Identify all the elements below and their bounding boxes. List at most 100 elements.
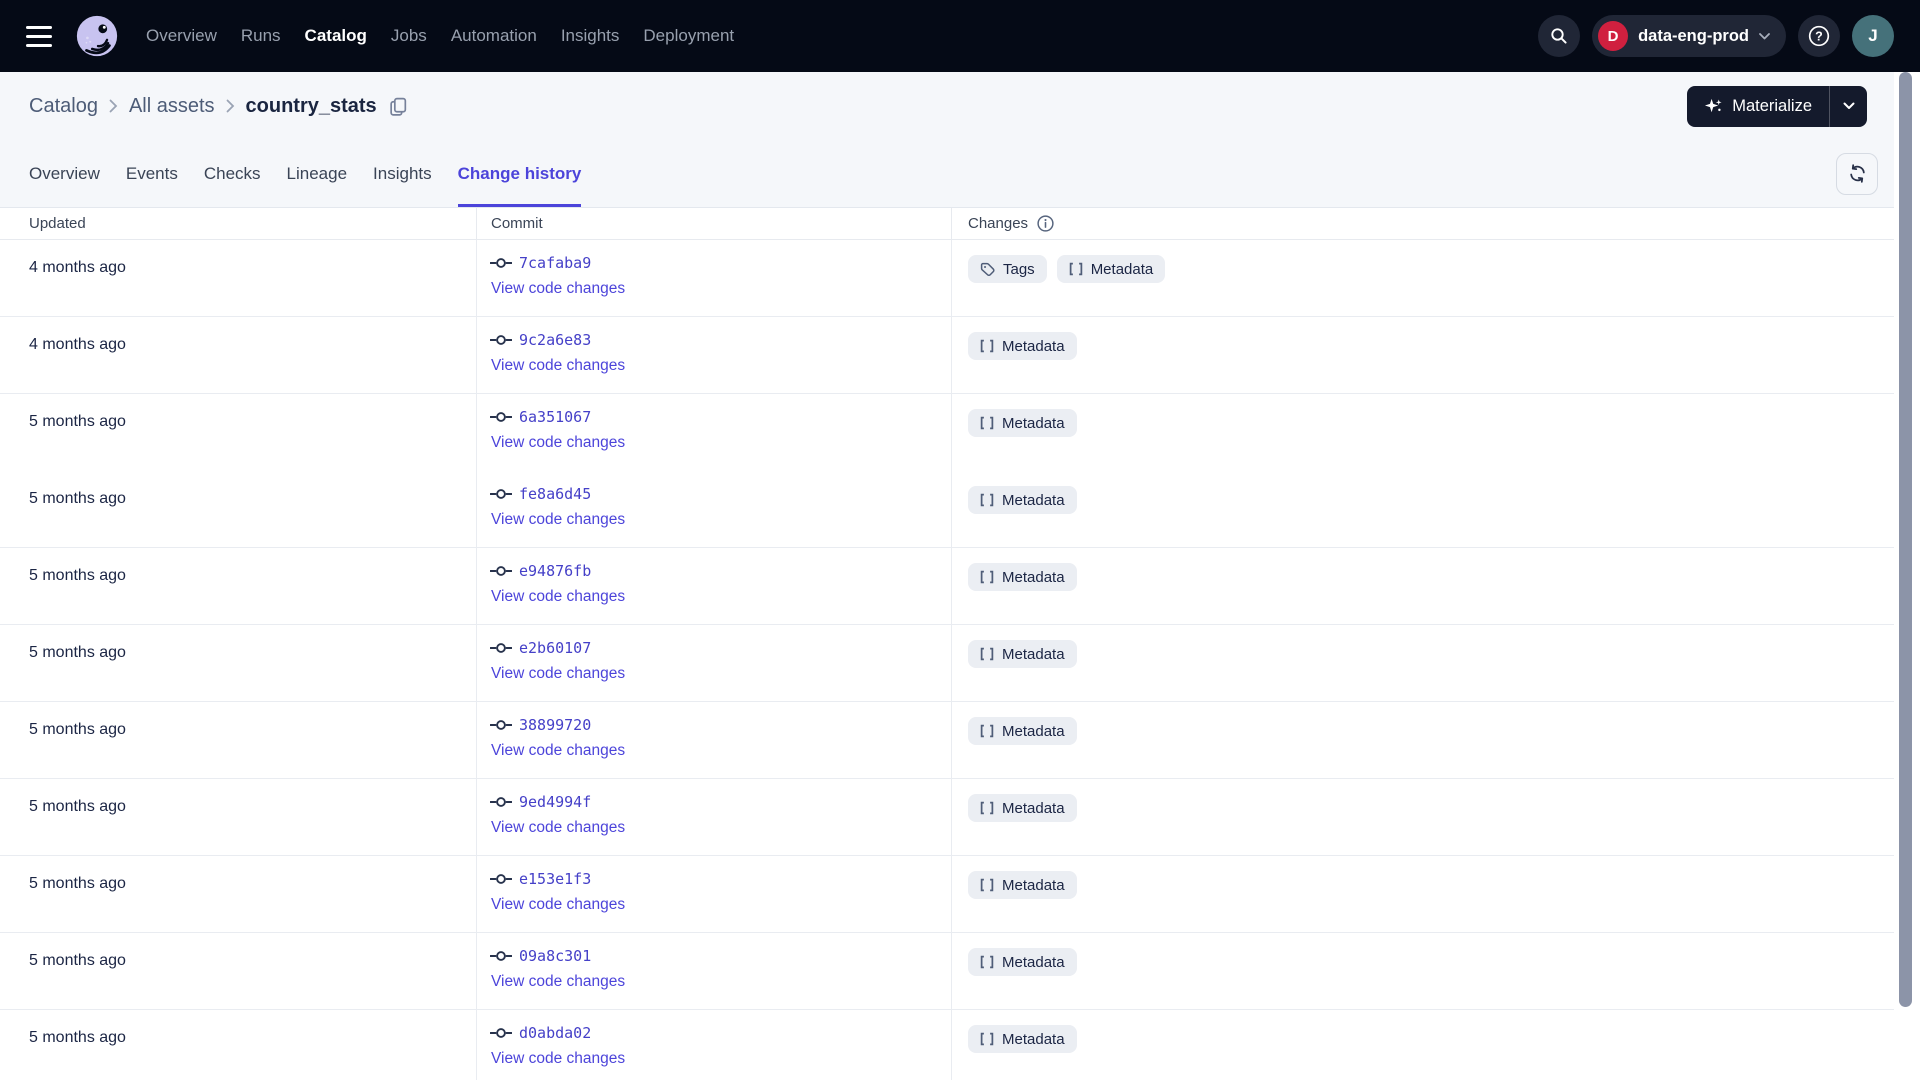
change-badge-label: Metadata — [1002, 337, 1065, 355]
change-badge-metadata: Metadata — [968, 563, 1077, 591]
updated-label: 5 months ago — [29, 798, 126, 815]
copy-asset-name-button[interactable] — [388, 96, 409, 117]
table-row: 4 months ago 9c2a6e83 View code changes … — [0, 317, 1920, 394]
view-code-changes-link[interactable]: View code changes — [491, 511, 625, 529]
scrollbar-track — [1894, 72, 1920, 1080]
tab-overview[interactable]: Overview — [29, 140, 100, 207]
tab-checks[interactable]: Checks — [204, 140, 261, 207]
dagster-logo[interactable] — [74, 13, 120, 59]
materialize-button[interactable]: Materialize — [1687, 86, 1829, 127]
change-badge-label: Metadata — [1002, 1030, 1065, 1048]
breadcrumb-catalog-link[interactable]: Catalog — [29, 95, 98, 118]
nav-item-overview[interactable]: Overview — [146, 26, 217, 46]
updated-label: 4 months ago — [29, 259, 126, 276]
commit-hash-link[interactable]: d0abda02 — [519, 1024, 591, 1042]
commit-hash-link[interactable]: e153e1f3 — [519, 870, 591, 888]
nav-item-automation[interactable]: Automation — [451, 26, 537, 46]
nav-item-catalog[interactable]: Catalog — [305, 26, 367, 46]
metadata-brackets-icon — [980, 493, 994, 507]
commit-icon — [490, 412, 512, 422]
view-code-changes-link[interactable]: View code changes — [491, 896, 625, 914]
changes-header-label: Changes — [968, 215, 1029, 232]
updated-label: 5 months ago — [29, 875, 126, 892]
commit-hash-link[interactable]: 7cafaba9 — [519, 254, 591, 272]
change-badge-metadata: Metadata — [1056, 255, 1166, 283]
commit-hash-link[interactable]: e2b60107 — [519, 639, 591, 657]
materialize-options-button[interactable] — [1830, 86, 1867, 127]
tab-change-history[interactable]: Change history — [457, 140, 582, 207]
change-badge-metadata: Metadata — [968, 948, 1077, 976]
info-icon[interactable] — [1036, 214, 1055, 233]
commit-hash-link[interactable]: 9c2a6e83 — [519, 331, 591, 349]
change-badge-tags: Tags — [968, 255, 1047, 283]
commit-hash-link[interactable]: fe8a6d45 — [519, 485, 591, 503]
view-code-changes-link[interactable]: View code changes — [491, 588, 625, 606]
change-badge-label: Metadata — [1002, 722, 1065, 740]
updated-label: 5 months ago — [29, 1029, 126, 1046]
nav-item-jobs[interactable]: Jobs — [391, 26, 427, 46]
column-header-updated: Updated — [29, 215, 86, 232]
metadata-brackets-icon — [980, 570, 994, 584]
refresh-button[interactable] — [1836, 152, 1878, 195]
view-code-changes-link[interactable]: View code changes — [491, 357, 625, 375]
help-button[interactable]: ? — [1798, 15, 1840, 57]
refresh-icon — [1849, 164, 1865, 183]
tag-icon — [980, 262, 995, 276]
view-code-changes-link[interactable]: View code changes — [491, 434, 625, 452]
search-icon — [1551, 28, 1567, 44]
change-badge-metadata: Metadata — [968, 794, 1077, 822]
view-code-changes-link[interactable]: View code changes — [491, 665, 625, 683]
commit-hash-link[interactable]: 6a351067 — [519, 408, 591, 426]
change-badge-label: Tags — [1003, 260, 1035, 278]
updated-label: 5 months ago — [29, 644, 126, 661]
commit-icon — [490, 874, 512, 884]
nav-item-runs[interactable]: Runs — [241, 26, 281, 46]
change-badge-label: Metadata — [1002, 953, 1065, 971]
materialize-label: Materialize — [1732, 96, 1812, 115]
updated-label: 5 months ago — [29, 413, 126, 430]
chevron-down-icon — [1759, 32, 1770, 39]
view-code-changes-link[interactable]: View code changes — [491, 1050, 625, 1068]
commit-hash-link[interactable]: 9ed4994f — [519, 793, 591, 811]
metadata-brackets-icon — [1069, 262, 1082, 276]
breadcrumb-all-assets-link[interactable]: All assets — [129, 95, 215, 118]
asset-name: country_stats — [245, 94, 377, 117]
commit-icon — [490, 643, 512, 653]
metadata-brackets-icon — [980, 339, 994, 353]
table-row: 5 months ago 9ed4994f View code changes … — [0, 779, 1920, 856]
view-code-changes-link[interactable]: View code changes — [491, 973, 625, 991]
view-code-changes-link[interactable]: View code changes — [491, 819, 625, 837]
metadata-brackets-icon — [980, 878, 994, 892]
tab-lineage[interactable]: Lineage — [287, 140, 348, 207]
commit-icon — [490, 797, 512, 807]
updated-label: 5 months ago — [29, 721, 126, 738]
column-header-commit: Commit — [476, 208, 951, 239]
commit-hash-link[interactable]: 09a8c301 — [519, 947, 591, 965]
updated-label: 5 months ago — [29, 490, 126, 507]
scrollbar-thumb[interactable] — [1899, 72, 1912, 1007]
metadata-brackets-icon — [980, 955, 994, 969]
commit-icon — [490, 335, 512, 345]
metadata-brackets-icon — [980, 1032, 994, 1046]
table-row: 5 months ago e153e1f3 View code changes … — [0, 856, 1920, 933]
tab-insights[interactable]: Insights — [373, 140, 432, 207]
tab-events[interactable]: Events — [126, 140, 178, 207]
nav-item-insights[interactable]: Insights — [561, 26, 620, 46]
change-history-table-body: 4 months ago 7cafaba9 View code changes … — [0, 240, 1920, 1080]
change-badge-label: Metadata — [1002, 645, 1065, 663]
table-row: 5 months ago d0abda02 View code changes … — [0, 1010, 1920, 1080]
commit-hash-link[interactable]: 38899720 — [519, 716, 591, 734]
commit-hash-link[interactable]: e94876fb — [519, 562, 591, 580]
copy-icon — [389, 97, 406, 116]
nav-item-deployment[interactable]: Deployment — [643, 26, 734, 46]
change-badge-metadata: Metadata — [968, 717, 1077, 745]
deployment-name: data-eng-prod — [1638, 26, 1749, 45]
search-button[interactable] — [1538, 15, 1581, 57]
view-code-changes-link[interactable]: View code changes — [491, 742, 625, 760]
menu-icon[interactable] — [26, 25, 52, 47]
commit-icon — [490, 489, 512, 499]
view-code-changes-link[interactable]: View code changes — [491, 280, 625, 298]
deployment-switcher[interactable]: D data-eng-prod — [1592, 15, 1786, 57]
top-nav: Overview Runs Catalog Jobs Automation Insight… — [0, 0, 1920, 72]
user-avatar[interactable]: J — [1852, 15, 1894, 57]
